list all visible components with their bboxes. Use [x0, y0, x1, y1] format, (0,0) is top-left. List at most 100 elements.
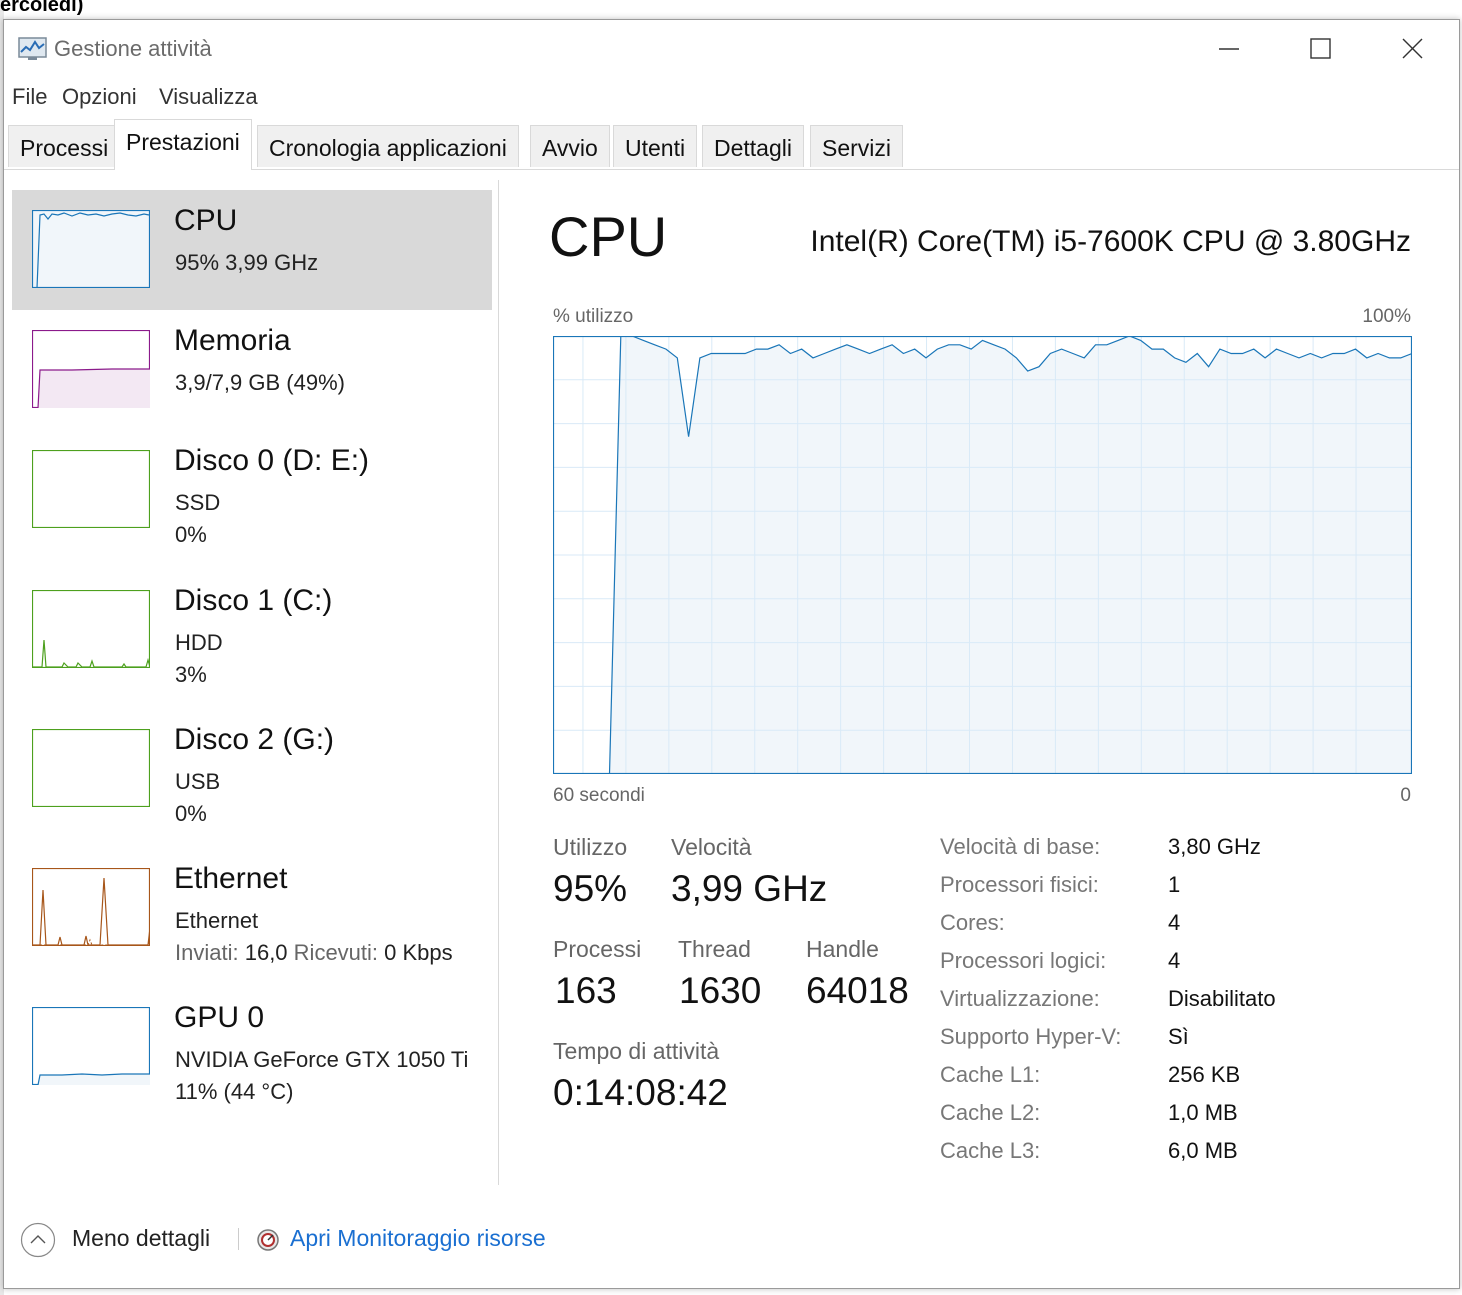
maximize-icon: [1310, 38, 1331, 59]
handles-label: Handle: [806, 936, 879, 962]
disk1-item-type: HDD: [175, 630, 223, 655]
disk1-item-title: Disco 1 (C:): [174, 584, 333, 617]
chevron-up-circle-icon[interactable]: [20, 1222, 56, 1258]
menu-view[interactable]: Visualizza: [159, 84, 258, 110]
info-value-cache-l3: 6,0 MB: [1168, 1138, 1238, 1163]
info-value-cache-l2: 1,0 MB: [1168, 1100, 1238, 1125]
info-label-cache-l2: Cache L2:: [940, 1100, 1041, 1125]
info-label-base-speed: Velocità di base:: [940, 834, 1101, 859]
resource-monitor-icon: [257, 1229, 279, 1251]
background-window-text: ercoledì): [0, 0, 84, 16]
ethernet-sent-value: 16,0: [244, 940, 288, 965]
graph-x-left: 60 secondi: [553, 785, 645, 806]
maximize-button[interactable]: [1298, 28, 1344, 70]
ethernet-thumbnail-graph: [32, 868, 150, 946]
info-value-base-speed: 3,80 GHz: [1168, 834, 1261, 859]
ethernet-recv-value: 0 Kbps: [384, 940, 453, 965]
disk0-item-type: SSD: [175, 490, 221, 515]
footer-bar: Meno dettagli Apri Monitoraggio risorse: [4, 1210, 1459, 1270]
tab-app-history[interactable]: Cronologia applicazioni: [257, 125, 519, 167]
threads-label: Thread: [678, 936, 751, 962]
task-manager-window: Gestione attività File Opzioni Visualizz…: [3, 19, 1460, 1289]
uptime-value: 0:14:08:42: [553, 1072, 728, 1113]
fewer-details-button[interactable]: Meno dettagli: [72, 1225, 210, 1252]
disk1-item-usage: 3%: [175, 662, 207, 687]
threads-value: 1630: [679, 970, 762, 1011]
resource-item-disk1[interactable]: Disco 1 (C:) HDD 3%: [12, 570, 492, 690]
graph-y-label: % utilizzo: [553, 306, 634, 327]
menu-bar: File Opzioni Visualizza: [4, 80, 1459, 116]
open-resource-monitor-link[interactable]: Apri Monitoraggio risorse: [290, 1225, 546, 1252]
tab-details[interactable]: Dettagli: [702, 125, 804, 167]
tab-users[interactable]: Utenti: [613, 125, 698, 167]
memory-item-usage: 3,9/7,9 GB (49%): [175, 370, 345, 395]
resource-item-disk2[interactable]: Disco 2 (G:) USB 0%: [12, 709, 492, 829]
processes-label: Processi: [553, 936, 642, 962]
tab-bar: Processi Prestazioni Cronologia applicaz…: [4, 119, 1459, 170]
cpu-item-usage: 95% 3,99 GHz: [175, 250, 319, 275]
info-label-cache-l3: Cache L3:: [940, 1138, 1041, 1163]
gpu-thumbnail-graph: [32, 1007, 150, 1085]
resource-list: CPU 95% 3,99 GHz Memoria 3,9/7,9 GB (49%…: [4, 170, 499, 1205]
window-title: Gestione attività: [54, 36, 212, 61]
disk1-thumbnail-graph: [32, 590, 150, 668]
disk0-item-title: Disco 0 (D: E:): [174, 444, 370, 477]
disk2-item-usage: 0%: [175, 801, 207, 826]
minimize-button[interactable]: [1206, 28, 1252, 70]
disk2-thumbnail-graph: [32, 729, 150, 807]
tab-processes[interactable]: Processi: [8, 125, 121, 167]
disk2-item-title: Disco 2 (G:): [174, 723, 335, 756]
menu-file[interactable]: File: [12, 84, 47, 110]
uptime-label: Tempo di attività: [553, 1038, 720, 1064]
info-value-cache-l1: 256 KB: [1168, 1062, 1241, 1087]
info-label-virtualization: Virtualizzazione:: [940, 986, 1100, 1011]
processes-value: 163: [555, 970, 617, 1011]
speed-label: Velocità: [671, 834, 752, 860]
footer-separator: [238, 1228, 239, 1250]
close-icon: [1402, 38, 1423, 59]
title-bar[interactable]: Gestione attività: [4, 20, 1459, 76]
ethernet-recv-label: Ricevuti:: [293, 940, 379, 965]
utilization-label: Utilizzo: [553, 834, 628, 860]
tab-services[interactable]: Servizi: [810, 125, 904, 167]
speed-value: 3,99 GHz: [671, 868, 828, 909]
ethernet-item-adapter: Ethernet: [175, 908, 259, 933]
memory-item-title: Memoria: [174, 324, 291, 357]
close-button[interactable]: [1389, 28, 1435, 70]
gpu-item-model: NVIDIA GeForce GTX 1050 Ti: [175, 1047, 469, 1072]
utilization-value: 95%: [553, 868, 628, 909]
disk2-item-type: USB: [175, 769, 221, 794]
menu-options[interactable]: Opzioni: [62, 84, 137, 110]
info-value-cores: 4: [1168, 910, 1181, 935]
disk0-item-usage: 0%: [175, 522, 207, 547]
info-label-hyperv: Supporto Hyper-V:: [940, 1024, 1122, 1049]
cpu-item-title: CPU: [174, 204, 238, 237]
cpu-model-name: Intel(R) Core(TM) i5-7600K CPU @ 3.80GHz: [810, 225, 1411, 258]
ethernet-sent-label: Inviati:: [175, 940, 239, 965]
graph-y-max: 100%: [1362, 306, 1411, 327]
tab-performance[interactable]: Prestazioni: [114, 119, 252, 170]
info-value-virtualization: Disabilitato: [1168, 986, 1276, 1011]
info-label-sockets: Processori fisici:: [940, 872, 1099, 897]
resource-item-cpu[interactable]: CPU 95% 3,99 GHz: [12, 190, 492, 310]
cpu-detail-panel: CPU Intel(R) Core(TM) i5-7600K CPU @ 3.8…: [499, 170, 1461, 1210]
ethernet-item-throughput: Inviati: 16,0 Ricevuti: 0 Kbps: [175, 940, 453, 966]
resource-item-ethernet[interactable]: Ethernet Ethernet Inviati: 16,0 Ricevuti…: [12, 848, 492, 968]
minimize-icon: [1219, 48, 1239, 50]
info-value-logical-processors: 4: [1168, 948, 1181, 973]
info-label-logical-processors: Processori logici:: [940, 948, 1107, 973]
gpu-item-usage: 11% (44 °C): [175, 1079, 294, 1104]
task-manager-icon: [18, 37, 47, 60]
ethernet-item-title: Ethernet: [174, 862, 288, 895]
cpu-usage-graph: [553, 336, 1412, 774]
info-label-cache-l1: Cache L1:: [940, 1062, 1041, 1087]
resource-item-gpu[interactable]: GPU 0 NVIDIA GeForce GTX 1050 Ti 11% (44…: [12, 987, 492, 1107]
tab-startup[interactable]: Avvio: [530, 125, 610, 167]
info-value-sockets: 1: [1168, 872, 1181, 897]
resource-item-disk0[interactable]: Disco 0 (D: E:) SSD 0%: [12, 430, 492, 550]
gpu-item-title: GPU 0: [174, 1001, 265, 1034]
info-value-hyperv: Sì: [1168, 1024, 1189, 1049]
cpu-thumbnail-graph: [32, 210, 150, 288]
resource-item-memory[interactable]: Memoria 3,9/7,9 GB (49%): [12, 310, 492, 430]
graph-x-right: 0: [1400, 785, 1411, 806]
